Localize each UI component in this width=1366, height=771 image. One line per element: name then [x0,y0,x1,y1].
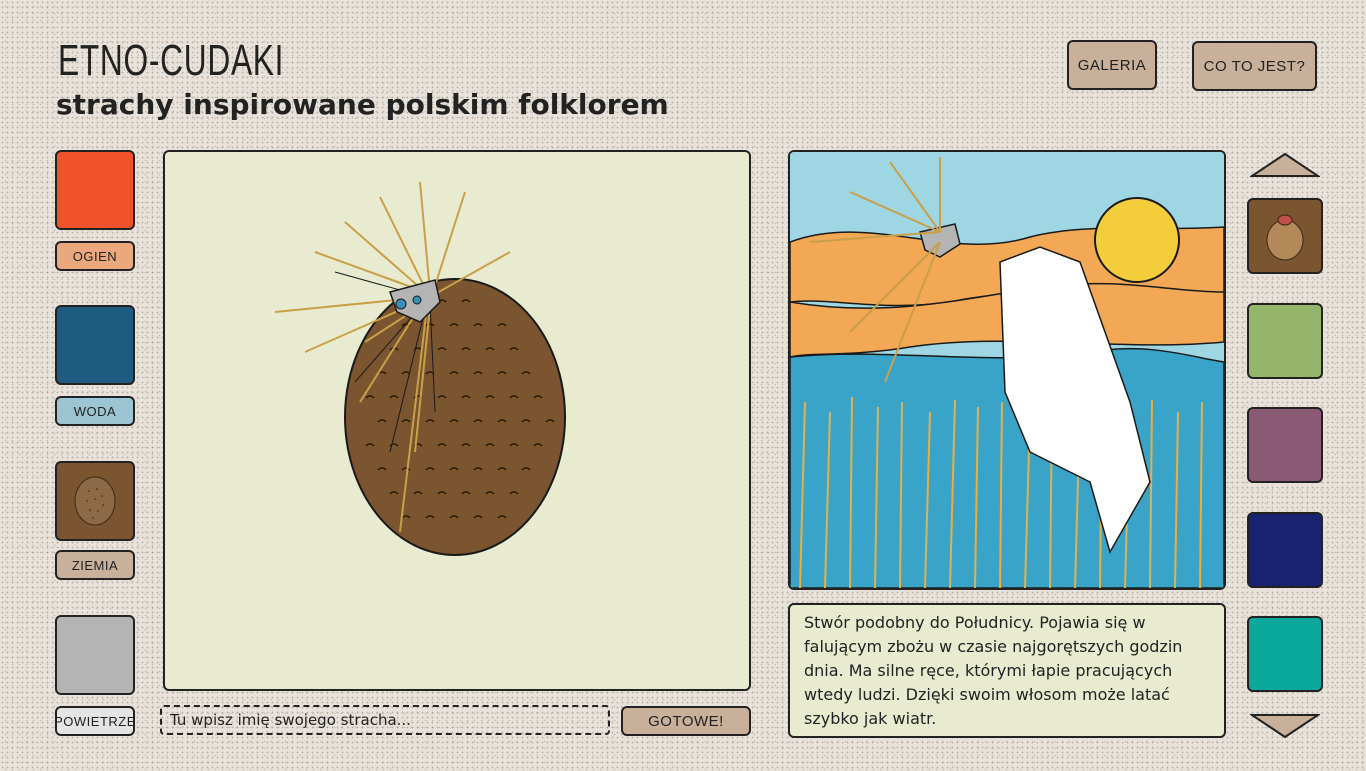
app-subtitle: strachy inspirowane polskim folklorem [56,88,669,121]
creature-name-input[interactable]: Tu wpisz imię swojego stracha... [160,705,610,735]
earth-texture-icon [74,476,116,526]
chevron-up-icon [1248,152,1322,177]
label-earth[interactable]: ZIEMIA [55,550,135,580]
swatch-water[interactable] [55,305,135,385]
chevron-down-icon [1248,714,1322,739]
gallery-thumb-creature[interactable] [1247,198,1323,274]
gallery-button[interactable]: GALERIA [1067,40,1157,90]
label-fire[interactable]: OGIEN [55,241,135,271]
app-title: ETNO-CUDAKI [58,36,285,85]
submit-button[interactable]: GOTOWE! [621,706,751,736]
preview-illustration [788,150,1226,590]
color-swatch-green[interactable] [1247,303,1323,379]
about-button[interactable]: CO TO JEST? [1192,41,1317,91]
color-swatch-teal[interactable] [1247,616,1323,692]
creature-drawing [274,181,566,556]
scroll-up-button[interactable] [1248,152,1322,182]
drawing-canvas[interactable] [163,150,751,691]
creature-thumb-icon [1266,214,1304,261]
label-air[interactable]: POWIETRZE [54,706,135,736]
creature-description: Stwór podobny do Południcy. Pojawia się … [788,603,1226,738]
color-swatch-navy[interactable] [1247,512,1323,588]
color-swatch-purple[interactable] [1247,407,1323,483]
swatch-earth[interactable] [55,461,135,541]
swatch-air[interactable] [55,615,135,695]
scroll-down-button[interactable] [1248,713,1322,743]
swatch-fire[interactable] [55,150,135,230]
noonwraith-illustration [790,152,1224,588]
label-water[interactable]: WODA [55,396,135,426]
